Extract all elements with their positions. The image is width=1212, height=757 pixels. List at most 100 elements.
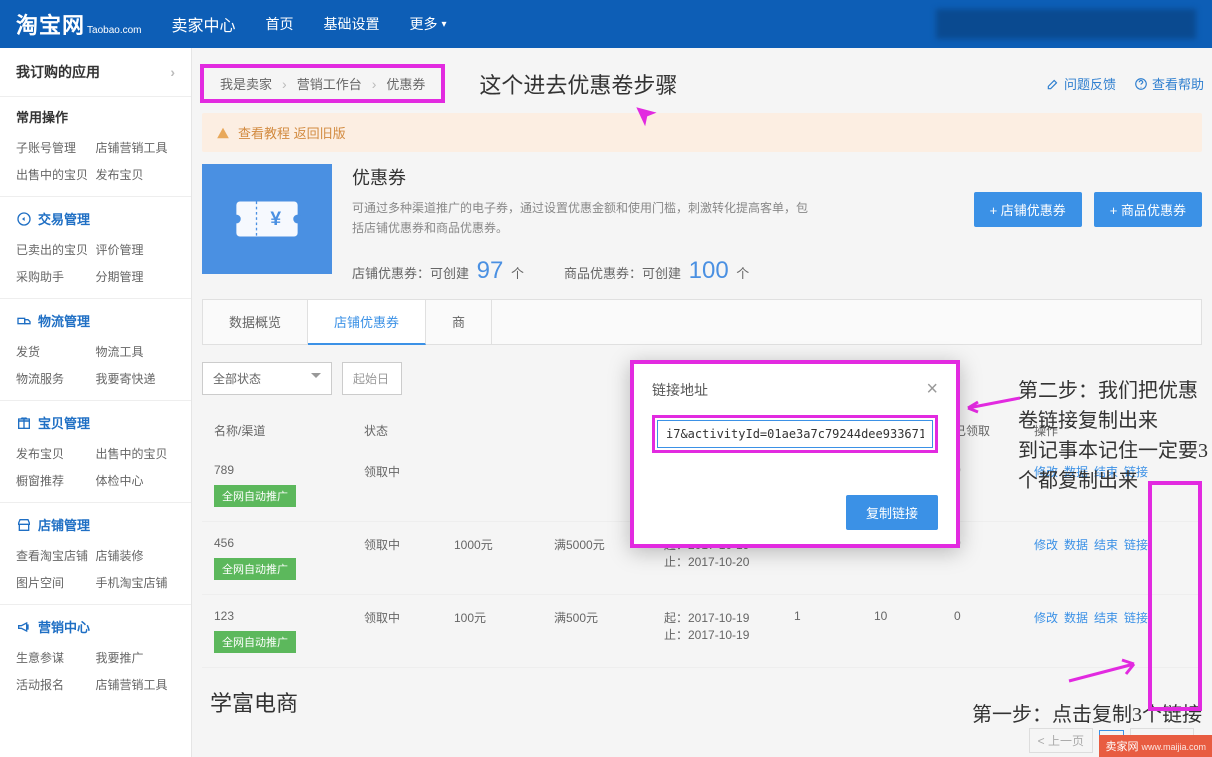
chevron-right-icon: › [372,76,377,92]
sidebar: 我订购的应用 › 常用操作 子账号管理 店铺营销工具 出售中的宝贝 发布宝贝 交… [0,48,192,757]
close-icon[interactable]: × [926,378,938,401]
trade-icon [16,211,32,227]
op-edit[interactable]: 修改 [1034,538,1058,552]
edit-icon [1046,77,1060,91]
main-content: 我是卖家 › 营销工作台 › 优惠券 ➤ 这个进去优惠卷步骤 问题反馈 查看帮助 [192,48,1212,757]
tab-item-coupon[interactable]: 商 [426,300,492,344]
link-url-input[interactable] [657,420,933,448]
svg-text:¥: ¥ [270,209,281,230]
coupon-title: 优惠券 [352,164,974,190]
sidebar-link[interactable]: 出售中的宝贝 [96,440,176,467]
nav-settings[interactable]: 基础设置 [324,14,380,34]
sidebar-link[interactable]: 发布宝贝 [96,161,176,188]
item-coupon-stat: 商品优惠券：可创建 100 个 [564,257,749,285]
sidebar-link[interactable]: 评价管理 [96,236,176,263]
sidebar-logistics-title[interactable]: 物流管理 [0,298,191,336]
step1-annotation: 第一步：点击复制3个链接 [972,698,1202,727]
sidebar-link[interactable]: 我要寄快递 [96,365,176,392]
sidebar-apps-title[interactable]: 我订购的应用 › [0,48,191,97]
megaphone-icon [16,619,32,635]
sidebar-shop-title[interactable]: 店铺管理 [0,502,191,540]
top-header: 淘宝网 Taobao.com 卖家中心 首页 基础设置 更多▾ [0,0,1212,48]
sidebar-link[interactable]: 图片空间 [16,569,96,596]
tabs: 数据概览 店铺优惠券 商 [202,299,1202,345]
help-icon [1134,77,1148,91]
op-data[interactable]: 数据 [1064,611,1088,625]
warning-icon [216,126,230,140]
sidebar-link[interactable]: 生意参谋 [16,644,96,671]
link-modal: 链接地址 × 复制链接 [630,360,960,548]
chevron-right-icon: › [170,64,175,80]
user-area-blurred[interactable] [936,9,1196,39]
tab-overview[interactable]: 数据概览 [203,300,308,344]
annotation-arrow-icon [960,394,1020,421]
sidebar-link[interactable]: 采购助手 [16,263,96,290]
chevron-right-icon: › [282,76,287,92]
sidebar-baby-title[interactable]: 宝贝管理 [0,400,191,438]
sidebar-link[interactable]: 出售中的宝贝 [16,161,96,188]
breadcrumb: 我是卖家 › 营销工作台 › 优惠券 [200,64,445,103]
promo-badge: 全网自动推广 [214,631,296,653]
tab-shop-coupon[interactable]: 店铺优惠券 [308,300,426,345]
coupon-desc: 可通过多种渠道推广的电子券，通过设置优惠金额和使用门槛，刺激转化提高客单，包括店… [352,198,812,239]
chevron-down-icon: ▾ [442,19,447,30]
sidebar-link[interactable]: 物流工具 [96,338,176,365]
sidebar-common-title: 常用操作 [0,97,191,132]
sidebar-link[interactable]: 物流服务 [16,365,96,392]
breadcrumb-item[interactable]: 我是卖家 [220,74,272,93]
sidebar-link[interactable]: 店铺营销工具 [96,671,176,698]
sidebar-link[interactable]: 橱窗推荐 [16,467,96,494]
notice-bar[interactable]: 查看教程 返回旧版 [202,113,1202,152]
watermark-tag: 卖家网www.maijia.com [1099,735,1212,757]
logo-main: 淘宝网 [16,8,85,40]
sidebar-trade-title[interactable]: 交易管理 [0,196,191,234]
sidebar-link[interactable]: 手机淘宝店铺 [96,569,176,596]
sidebar-link[interactable]: 查看淘宝店铺 [16,542,96,569]
op-end[interactable]: 结束 [1094,611,1118,625]
sidebar-marketing-title[interactable]: 营销中心 [0,604,191,642]
sidebar-link[interactable]: 体检中心 [96,467,176,494]
op-data[interactable]: 数据 [1064,538,1088,552]
op-link[interactable]: 链接 [1124,538,1148,552]
status-select[interactable]: 全部状态 [202,362,332,395]
nav-more[interactable]: 更多▾ [410,14,447,34]
notice-text: 查看教程 返回旧版 [238,123,346,142]
seller-center-label[interactable]: 卖家中心 [172,12,236,36]
sidebar-link[interactable]: 分期管理 [96,263,176,290]
add-shop-coupon-button[interactable]: + 店铺优惠券 [974,192,1082,227]
table-row: 123全网自动推广 领取中 100元 满500元 起：2017-10-19止：2… [202,595,1202,668]
modal-title: 链接地址 [652,380,708,400]
th-status: 状态 [364,422,454,439]
step2-annotation: 第二步：我们把优惠卷链接复制出来 到记事本记住一定要3个都复制出来 [1018,376,1212,496]
sidebar-link[interactable]: 我要推广 [96,644,176,671]
sidebar-link[interactable]: 店铺营销工具 [96,134,176,161]
breadcrumb-item[interactable]: 优惠券 [386,74,425,93]
op-link[interactable]: 链接 [1124,611,1148,625]
copy-link-button[interactable]: 复制链接 [846,495,938,530]
op-edit[interactable]: 修改 [1034,611,1058,625]
sidebar-link[interactable]: 发货 [16,338,96,365]
coupon-card: ¥ 优惠券 可通过多种渠道推广的电子券，通过设置优惠金额和使用门槛，刺激转化提高… [202,164,1202,285]
sidebar-link[interactable]: 活动报名 [16,671,96,698]
prev-page-button[interactable]: < 上一页 [1029,728,1093,753]
sidebar-link[interactable]: 店铺装修 [96,542,176,569]
add-item-coupon-button[interactable]: + 商品优惠券 [1094,192,1202,227]
sidebar-link[interactable]: 子账号管理 [16,134,96,161]
promo-badge: 全网自动推广 [214,485,296,507]
ticket-icon: ¥ [232,194,302,244]
coupon-icon: ¥ [202,164,332,274]
shop-coupon-stat: 店铺优惠券：可创建 97 个 [352,257,524,285]
annotation-arrow-icon [1064,656,1144,689]
help-link[interactable]: 查看帮助 [1134,74,1204,93]
start-date-input[interactable]: 起始日 [342,362,402,395]
nav-home[interactable]: 首页 [266,14,294,34]
logo[interactable]: 淘宝网 Taobao.com [16,8,142,40]
sidebar-link[interactable]: 发布宝贝 [16,440,96,467]
op-end[interactable]: 结束 [1094,538,1118,552]
breadcrumb-item[interactable]: 营销工作台 [297,74,362,93]
feedback-link[interactable]: 问题反馈 [1046,74,1116,93]
truck-icon [16,313,32,329]
logo-sub: Taobao.com [87,25,141,36]
sidebar-link[interactable]: 已卖出的宝贝 [16,236,96,263]
gift-icon [16,415,32,431]
